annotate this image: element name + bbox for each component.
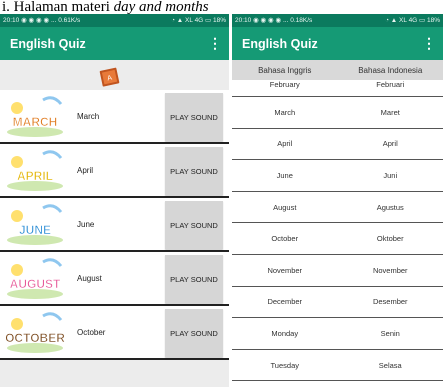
status-left-text: 20:10 ◉ ◉ ◉ ◉ ... 0.18K/s bbox=[235, 17, 313, 24]
app-title: English Quiz bbox=[10, 36, 86, 51]
status-left-text: 20:10 ◉ ◉ ◉ ◉ ... 0.61K/s bbox=[3, 17, 81, 24]
month-illustration-image: APRIL bbox=[7, 150, 63, 191]
phone-screen-right: 20:10 ◉ ◉ ◉ ◉ ... 0.18K/s ◔ ▲ XL 4G ▭ 18… bbox=[232, 14, 443, 387]
table-row: October Oktober bbox=[232, 223, 443, 255]
play-sound-button[interactable]: PLAY SOUND bbox=[165, 201, 223, 249]
month-label: June bbox=[77, 219, 95, 229]
english-word-cell: June bbox=[276, 170, 293, 180]
indonesian-word-cell: November bbox=[372, 265, 408, 275]
play-sound-button[interactable]: PLAY SOUND bbox=[165, 309, 223, 357]
material-list: A MARCH March PLAY SOUND APRIL April PLAY SOU… bbox=[0, 60, 229, 387]
month-illustration-image: OCTOBER bbox=[5, 312, 66, 353]
illustration-text: MARCH bbox=[13, 115, 58, 129]
english-word-cell: August bbox=[273, 202, 297, 212]
table-row: December Desember bbox=[232, 287, 443, 319]
english-word-cell: Monday bbox=[271, 328, 299, 338]
caption-italic: day and months bbox=[113, 0, 209, 14]
caption-prefix: i. Halaman materi bbox=[2, 0, 114, 14]
list-item: JUNE June PLAY SOUND bbox=[0, 198, 229, 252]
table-row: April April bbox=[232, 129, 443, 161]
translation-table: February Februari March Maret April April June… bbox=[232, 80, 443, 382]
app-bar: English Quiz ⋮ bbox=[0, 27, 229, 60]
illustration-text: OCTOBER bbox=[5, 331, 65, 345]
indonesian-word-cell: Juni bbox=[383, 170, 398, 180]
month-label: March bbox=[77, 111, 100, 121]
indonesian-word-cell: Senin bbox=[380, 328, 400, 338]
table-row: June Juni bbox=[232, 160, 443, 192]
english-word-cell: December bbox=[267, 297, 303, 307]
month-illustration-image: AUGUST bbox=[7, 258, 63, 299]
english-word-cell: Tuesday bbox=[270, 360, 300, 370]
phone-screen-left: 20:10 ◉ ◉ ◉ ◉ ... 0.61K/s ◔ ▲ XL 4G ▭ 18… bbox=[0, 14, 229, 387]
table-row: Tuesday Selasa bbox=[232, 350, 443, 382]
status-right-text: ◔ ▲ XL 4G ▭ 18% bbox=[385, 17, 440, 24]
overflow-menu-icon[interactable]: ⋮ bbox=[208, 35, 222, 52]
app-title: English Quiz bbox=[242, 36, 318, 51]
status-right-text: ◔ ▲ XL 4G ▭ 18% bbox=[171, 17, 226, 24]
illustration-text: APRIL bbox=[17, 169, 53, 183]
table-row: February Februari bbox=[232, 80, 443, 97]
illustration-text: JUNE bbox=[19, 223, 51, 237]
indonesian-word-cell: Februari bbox=[376, 80, 405, 89]
english-word-cell: March bbox=[274, 107, 296, 117]
table-row: Monday Senin bbox=[232, 318, 443, 350]
indonesian-word-cell: Agustus bbox=[376, 202, 404, 212]
book-icon: A bbox=[99, 67, 120, 87]
illustration-text: AUGUST bbox=[10, 277, 61, 291]
indonesian-word-cell: Maret bbox=[380, 107, 400, 117]
indonesian-word-cell: Oktober bbox=[376, 234, 404, 244]
column-header-english: Bahasa Inggris bbox=[258, 65, 312, 75]
month-label: August bbox=[77, 273, 102, 283]
status-bar: 20:10 ◉ ◉ ◉ ◉ ... 0.61K/s ◔ ▲ XL 4G ▭ 18… bbox=[0, 14, 229, 27]
month-illustration-image: MARCH bbox=[7, 96, 63, 137]
english-word-cell: October bbox=[271, 234, 299, 244]
english-word-cell: February bbox=[269, 80, 300, 89]
figure-caption: i. Halaman materi day and months bbox=[0, 0, 443, 14]
list-item: OCTOBER October PLAY SOUND bbox=[0, 306, 229, 360]
overflow-menu-icon[interactable]: ⋮ bbox=[422, 35, 436, 52]
app-bar: English Quiz ⋮ bbox=[232, 27, 443, 60]
list-item: APRIL April PLAY SOUND bbox=[0, 144, 229, 198]
english-word-cell: November bbox=[267, 265, 303, 275]
status-bar: 20:10 ◉ ◉ ◉ ◉ ... 0.18K/s ◔ ▲ XL 4G ▭ 18… bbox=[232, 14, 443, 27]
table-row: March Maret bbox=[232, 97, 443, 129]
month-label: April bbox=[77, 165, 94, 175]
table-row: August Agustus bbox=[232, 192, 443, 224]
play-sound-button[interactable]: PLAY SOUND bbox=[165, 255, 223, 303]
month-label: October bbox=[77, 327, 106, 337]
indonesian-word-cell: Selasa bbox=[378, 360, 402, 370]
english-word-cell: April bbox=[277, 139, 293, 149]
month-list: MARCH March PLAY SOUND APRIL April PLAY SOUND… bbox=[0, 90, 229, 360]
table-row: November November bbox=[232, 255, 443, 287]
indonesian-word-cell: Desember bbox=[372, 297, 408, 307]
play-sound-button[interactable]: PLAY SOUND bbox=[165, 93, 223, 141]
indonesian-word-cell: April bbox=[382, 139, 398, 149]
play-sound-button[interactable]: PLAY SOUND bbox=[165, 147, 223, 195]
list-item: MARCH March PLAY SOUND bbox=[0, 90, 229, 144]
table-header: Bahasa Inggris Bahasa Indonesia bbox=[232, 60, 443, 80]
column-header-indonesian: Bahasa Indonesia bbox=[358, 65, 423, 75]
month-illustration-image: JUNE bbox=[7, 204, 63, 245]
list-item: AUGUST August PLAY SOUND bbox=[0, 252, 229, 306]
